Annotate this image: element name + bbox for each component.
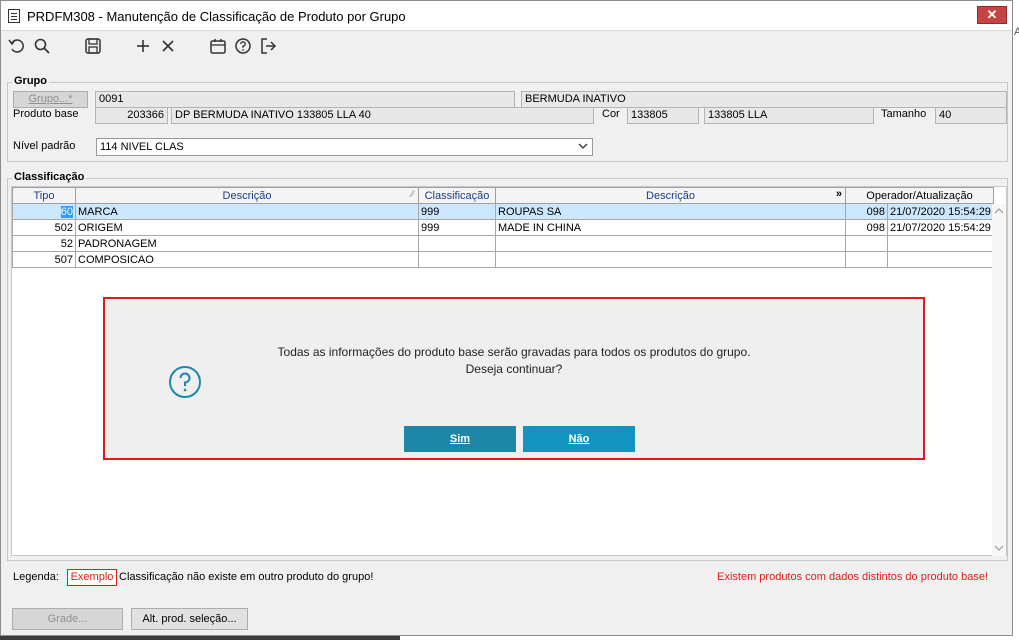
add-icon[interactable] <box>132 35 154 57</box>
cell-atualizacao: 21/07/2020 15:54:29 <box>887 203 994 220</box>
grupo-code-field: 0091 <box>95 91 515 108</box>
grupo-desc-field: BERMUDA INATIVO <box>521 91 1007 108</box>
cell-class-descricao[interactable]: MADE IN CHINA <box>495 219 846 236</box>
calendar-icon[interactable] <box>207 35 229 57</box>
help-icon[interactable] <box>232 35 254 57</box>
col-header-classificacao[interactable]: Classificação <box>418 187 496 204</box>
col-header-tipo[interactable]: Tipo <box>12 187 76 204</box>
cell-atualizacao: 21/07/2020 15:54:29 <box>887 219 994 236</box>
cell-atualizacao <box>887 235 994 252</box>
tamanho-field: 40 <box>935 107 1007 124</box>
cell-descricao[interactable]: PADRONAGEM <box>75 235 419 252</box>
cell-tipo[interactable]: 507 <box>12 251 76 268</box>
cell-classificacao[interactable]: 999 <box>418 203 496 220</box>
col-header-descricao[interactable]: Descrição ⁄⁄ <box>75 187 419 204</box>
col-header-operador[interactable]: Operador/Atualização <box>845 187 994 204</box>
side-glyph: A <box>1014 26 1019 38</box>
cell-operador <box>845 251 888 268</box>
title-bar: PRDFM308 - Manutenção de Classificação d… <box>1 1 1012 31</box>
produto-base-code-field: 203366 <box>95 107 168 124</box>
grade-button[interactable]: Grade... <box>12 608 123 630</box>
dialog-question: Deseja continuar? <box>465 362 563 376</box>
exit-icon[interactable] <box>257 35 279 57</box>
alt-prod-selecao-button[interactable]: Alt. prod. seleção... <box>131 608 248 630</box>
dialog-message: Todas as informações do produto base ser… <box>277 345 751 359</box>
cell-descricao[interactable]: ORIGEM <box>75 219 419 236</box>
legend-bar: Legenda: Exemplo Classificação não exist… <box>11 567 1007 589</box>
cell-classificacao[interactable] <box>418 251 496 268</box>
cell-descricao[interactable]: MARCA <box>75 203 419 220</box>
legend-warning: Existem produtos com dados distintos do … <box>717 571 988 583</box>
cell-classificacao[interactable] <box>418 235 496 252</box>
grid-scrollbar[interactable] <box>992 204 1006 556</box>
cor-label: Cor <box>602 108 620 120</box>
produto-base-desc-field: DP BERMUDA INATIVO 133805 LLA 40 <box>171 107 594 124</box>
delete-icon[interactable] <box>157 35 179 57</box>
grupo-section-title: Grupo <box>12 75 49 87</box>
yes-button[interactable]: Sim <box>404 426 516 452</box>
cell-operador: 098 <box>845 219 888 236</box>
nivel-padrao-label: Nível padrão <box>13 140 76 152</box>
cell-operador: 098 <box>845 203 888 220</box>
cell-classificacao[interactable]: 999 <box>418 219 496 236</box>
produto-base-label: Produto base <box>13 108 79 120</box>
cor-desc-field: 133805 LLA <box>704 107 874 124</box>
cell-tipo[interactable]: 60 <box>12 203 76 220</box>
document-icon <box>8 9 20 23</box>
classificacao-table: Tipo Descrição ⁄⁄ Classificação Descrição… <box>12 187 994 268</box>
confirm-dialog: Todas as informações do produto base ser… <box>103 297 925 460</box>
cor-code-field: 133805 <box>627 107 699 124</box>
table-row[interactable]: 502 ORIGEM 999 MADE IN CHINA 098 21/07/2… <box>12 219 994 236</box>
classificacao-section-title: Classificação <box>12 171 87 183</box>
col-header-class-descricao-label: Descrição <box>646 189 695 202</box>
window-title: PRDFM308 - Manutenção de Classificação d… <box>27 9 406 24</box>
cell-operador <box>845 235 888 252</box>
search-icon[interactable] <box>31 35 53 57</box>
cell-tipo[interactable]: 502 <box>12 219 76 236</box>
taskbar-strip <box>0 636 400 640</box>
undo-icon[interactable] <box>6 35 28 57</box>
col-header-class-descricao[interactable]: Descrição » <box>495 187 846 204</box>
toolbar <box>1 31 1012 61</box>
legend-sample: Exemplo <box>67 569 117 586</box>
close-button[interactable]: ✕ <box>977 6 1007 24</box>
legend-label: Legenda: <box>13 571 59 583</box>
cell-descricao[interactable]: COMPOSICAO <box>75 251 419 268</box>
cell-tipo[interactable]: 52 <box>12 235 76 252</box>
cell-class-descricao[interactable]: ROUPAS SA <box>495 203 846 220</box>
no-button[interactable]: Não <box>523 426 635 452</box>
cell-atualizacao <box>887 251 994 268</box>
nivel-padrao-value: 114 NIVEL CLAS <box>100 141 184 153</box>
table-row[interactable]: 507 COMPOSICAO <box>12 251 994 268</box>
col-header-descricao-label: Descrição <box>222 189 272 202</box>
resize-grip-icon: ⁄⁄ <box>410 189 414 199</box>
main-window: PRDFM308 - Manutenção de Classificação d… <box>0 0 1013 636</box>
cell-class-descricao[interactable] <box>495 251 846 268</box>
cell-class-descricao[interactable] <box>495 235 846 252</box>
scroll-down-icon[interactable] <box>994 544 1004 552</box>
table-row[interactable]: 60 MARCA 999 ROUPAS SA 098 21/07/2020 15… <box>12 203 994 220</box>
legend-description: Classificação não existe em outro produt… <box>119 571 374 583</box>
tamanho-label: Tamanho <box>881 108 927 120</box>
save-icon[interactable] <box>82 35 104 57</box>
scroll-up-icon[interactable] <box>994 207 1004 215</box>
cell-tipo-value: 60 <box>60 205 73 218</box>
expand-columns-icon[interactable]: » <box>836 188 842 200</box>
grupo-button[interactable]: Grupo...* <box>13 91 88 108</box>
nivel-padrao-select[interactable]: 114 NIVEL CLAS <box>96 138 593 156</box>
table-row[interactable]: 52 PADRONAGEM <box>12 235 994 252</box>
chevron-down-icon <box>578 143 588 149</box>
